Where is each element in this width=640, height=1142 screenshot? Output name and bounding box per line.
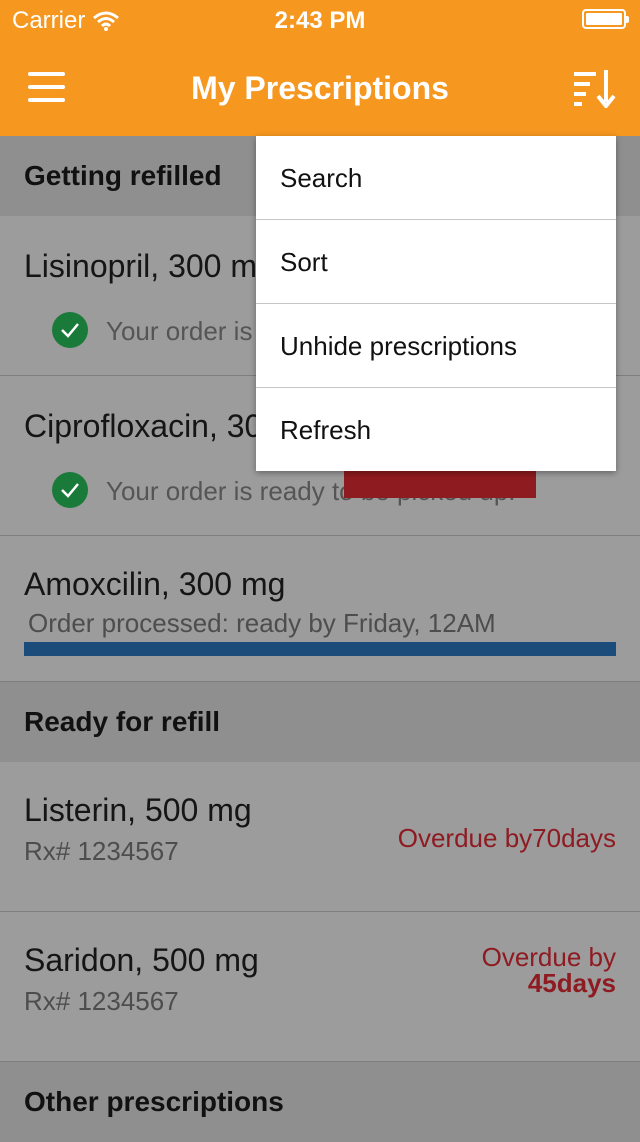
overflow-menu: Search Sort Unhide prescriptions Refresh bbox=[256, 136, 616, 471]
section-other-prescriptions: Other prescriptions bbox=[0, 1062, 640, 1142]
page-title: My Prescriptions bbox=[191, 70, 449, 106]
prescription-row[interactable]: Listerin, 500 mg Rx# 1234567 Overdue by7… bbox=[0, 762, 640, 912]
menu-item-unhide[interactable]: Unhide prescriptions bbox=[256, 304, 616, 388]
medication-name: Listerin, 500 mg bbox=[24, 792, 252, 828]
medication-name: Saridon, 500 mg bbox=[24, 942, 259, 978]
overdue-days: 45days bbox=[527, 968, 616, 998]
prescription-row[interactable]: Saridon, 500 mg Rx# 1234567 Overdue by 4… bbox=[0, 912, 640, 1062]
section-title: Other prescriptions bbox=[24, 1086, 284, 1117]
overdue-label: Overdue by 45days bbox=[482, 944, 616, 996]
sort-icon[interactable] bbox=[574, 68, 616, 110]
menu-item-sort[interactable]: Sort bbox=[256, 220, 616, 304]
status-time: 2:43 PM bbox=[274, 7, 366, 34]
medication-name: Lisinopril, 300 mg bbox=[24, 248, 275, 284]
rx-number: Rx# 1234567 bbox=[24, 986, 179, 1016]
check-circle-icon bbox=[52, 312, 88, 348]
section-title: Ready for refill bbox=[24, 706, 221, 737]
prescription-row[interactable]: Amoxcilin, 300 mg Order processed: ready… bbox=[0, 536, 640, 682]
nav-bar: My Prescriptions bbox=[0, 40, 640, 136]
overdue-prefix: Overdue by bbox=[481, 942, 616, 972]
battery-icon bbox=[582, 9, 629, 29]
medication-name: Amoxcilin, 300 mg bbox=[24, 566, 286, 602]
menu-item-search[interactable]: Search bbox=[256, 136, 616, 220]
status-bar: Carrier 2:43 PM bbox=[0, 0, 640, 40]
section-title: Getting refilled bbox=[24, 160, 222, 191]
check-circle-icon bbox=[52, 472, 88, 508]
order-progress-bar bbox=[24, 642, 616, 656]
order-status: Order processed: ready by Friday, 12AM bbox=[28, 608, 496, 638]
overdue-label: Overdue by70days bbox=[397, 823, 616, 853]
section-ready-for-refill: Ready for refill bbox=[0, 682, 640, 762]
menu-item-refresh[interactable]: Refresh bbox=[256, 388, 616, 472]
rx-number: Rx# 1234567 bbox=[24, 836, 179, 866]
